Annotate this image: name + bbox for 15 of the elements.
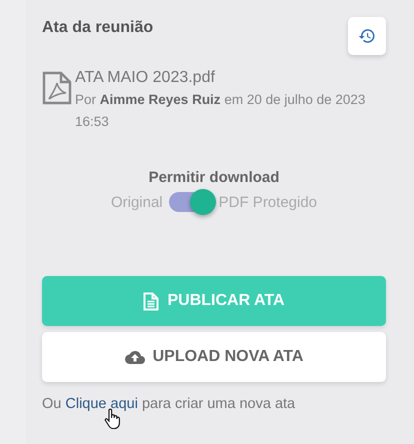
protected-pdf-option: PDF Protegido <box>218 194 318 210</box>
history-icon <box>358 27 376 45</box>
original-option: Original <box>110 194 163 210</box>
pdf-file-icon <box>42 71 72 105</box>
click-here-link[interactable]: Clique aqui <box>65 396 138 412</box>
section-title: Ata da reunião <box>42 19 154 37</box>
download-label: Permitir download <box>148 169 280 186</box>
download-toggle[interactable] <box>168 192 213 212</box>
history-button[interactable] <box>348 17 386 55</box>
create-new-hint: Ou Clique aqui para criar uma nova ata <box>42 396 296 412</box>
cloud-upload-icon <box>124 350 145 364</box>
upload-info: Por Aimme Reyes Ruiz em 20 de julho de 2023 16:53 <box>75 91 366 131</box>
file-name[interactable]: ATA MAIO 2023.pdf <box>75 69 380 87</box>
upload-button[interactable]: UPLOAD NOVA ATA <box>42 332 386 382</box>
document-icon <box>143 292 160 310</box>
